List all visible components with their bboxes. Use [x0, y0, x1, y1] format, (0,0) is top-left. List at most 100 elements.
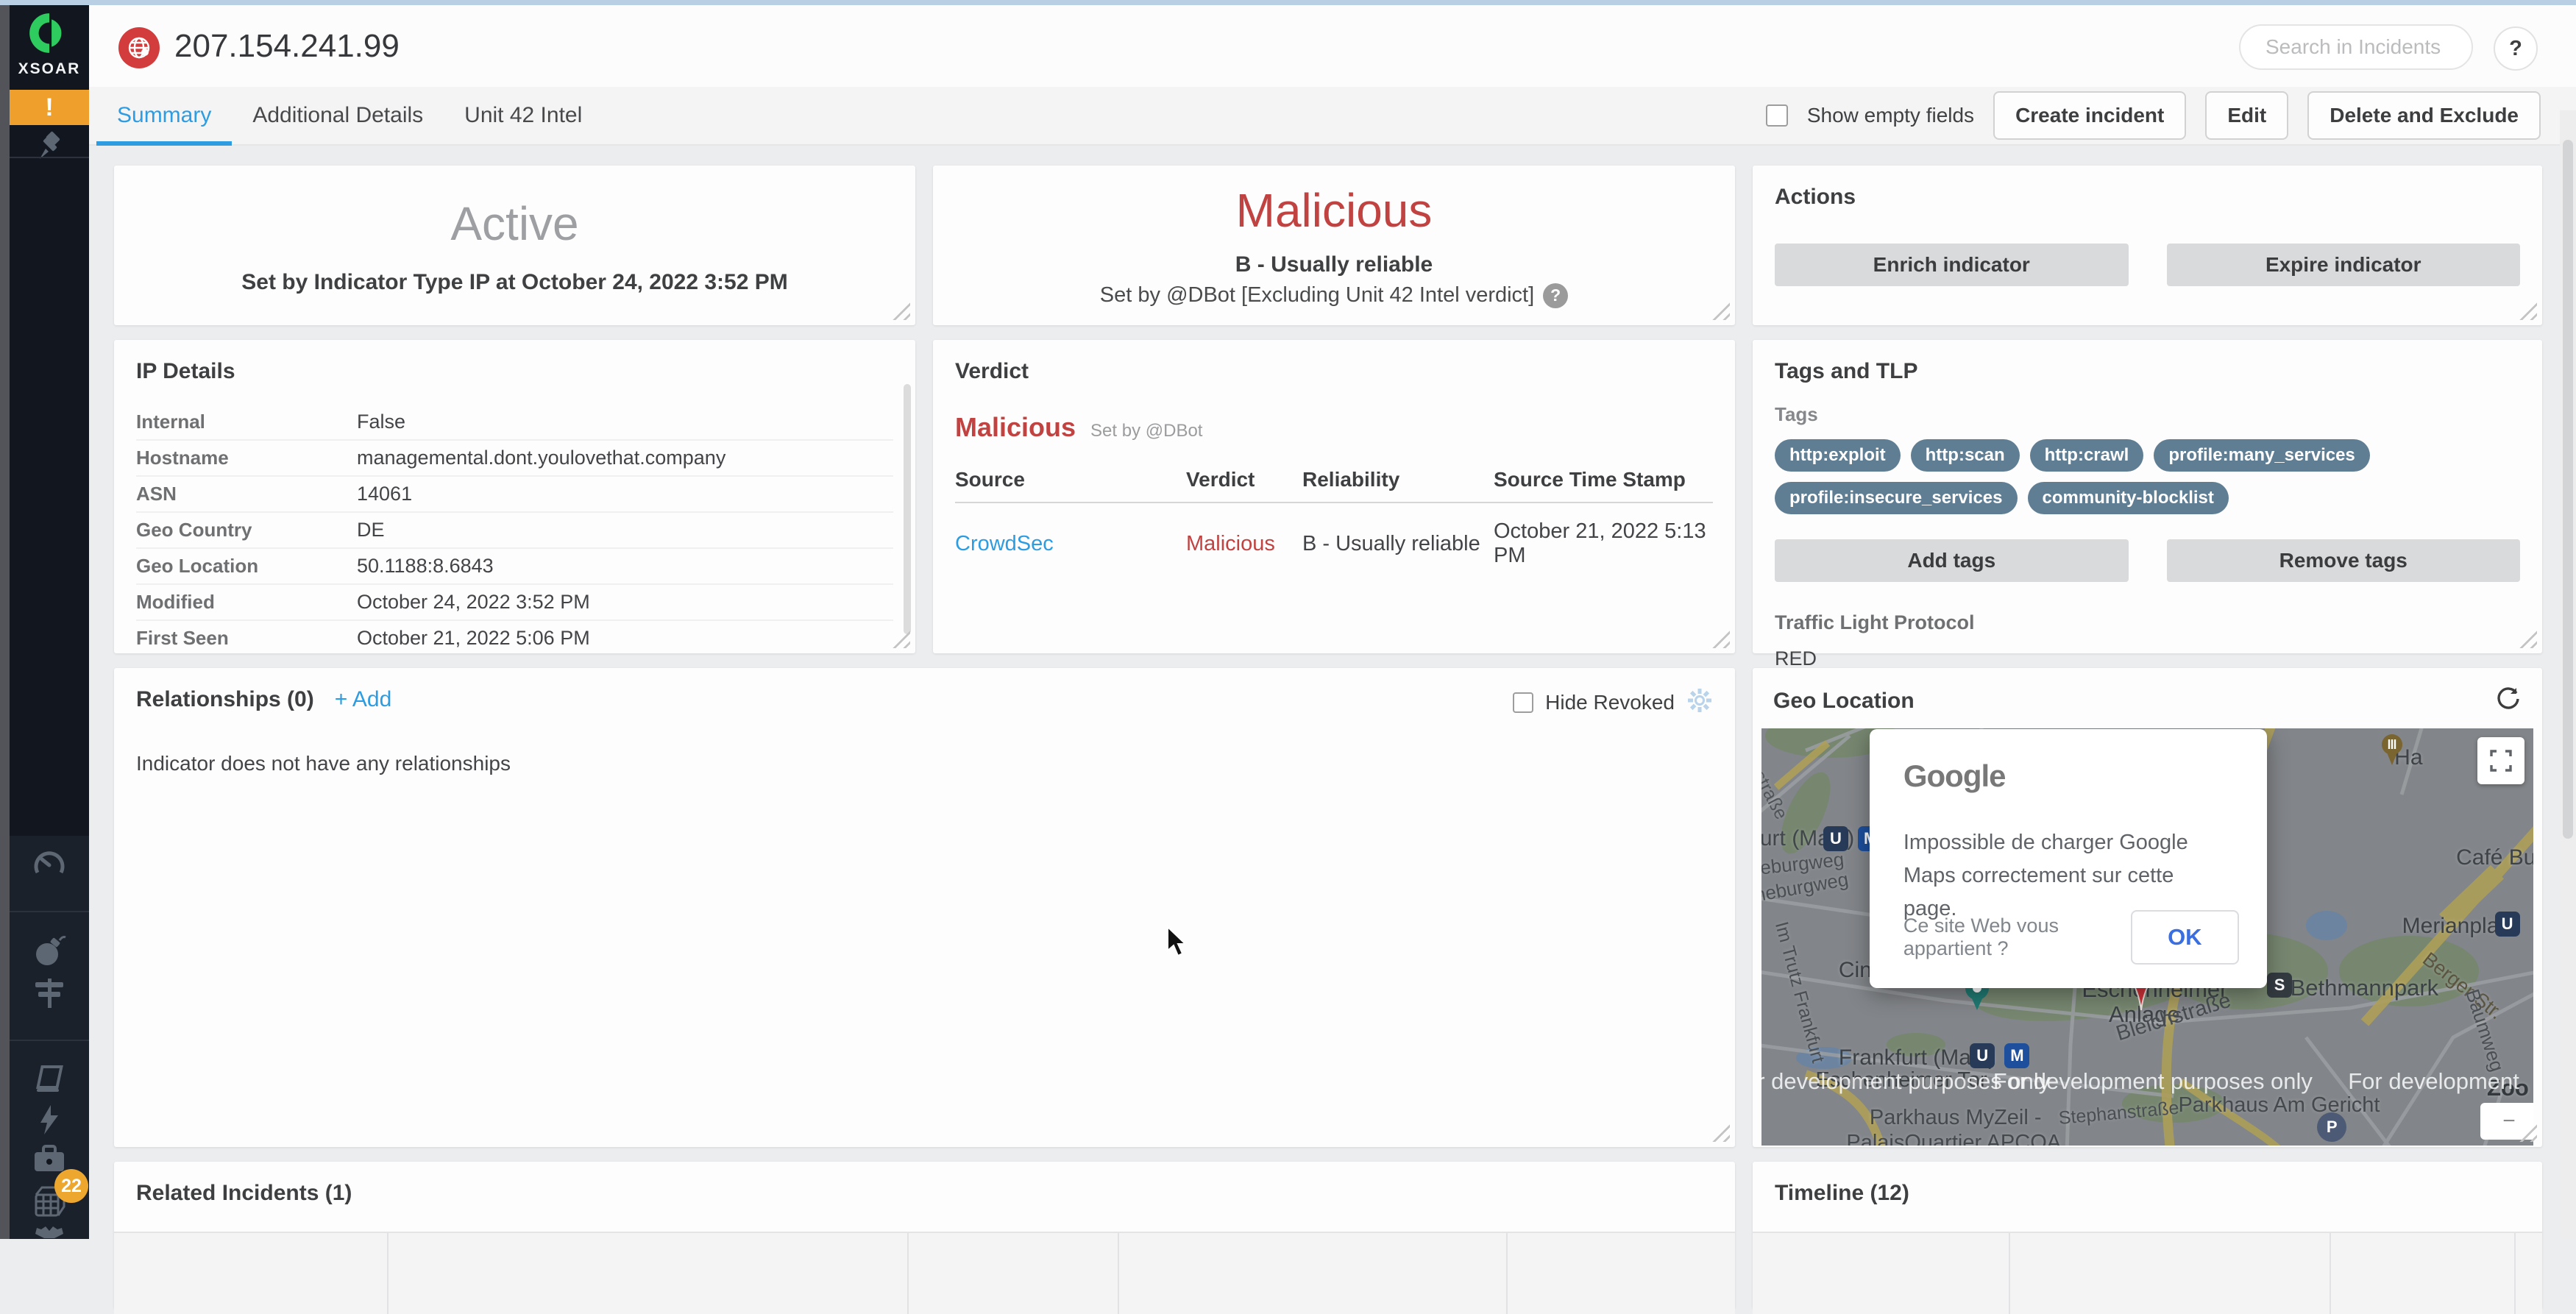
sidebar-divider: [10, 1040, 89, 1041]
remove-tags-button[interactable]: Remove tags: [2167, 539, 2521, 582]
ip-details-table: InternalFalse Hostnamemanagemental.dont.y…: [136, 405, 893, 656]
add-relationship-link[interactable]: + Add: [335, 687, 392, 712]
page-scrollbar[interactable]: [2560, 110, 2576, 1239]
tab-summary[interactable]: Summary: [96, 87, 232, 144]
verdict-banner-setby: Set by @DBot [Excluding Unit 42 Intel ve…: [1100, 283, 1534, 308]
sidebar-divider: [10, 157, 89, 158]
tlp-label: Traffic Light Protocol: [1775, 611, 2520, 634]
search-input[interactable]: [2239, 24, 2473, 70]
verdict-source-link[interactable]: CrowdSec: [955, 532, 1186, 556]
hide-revoked-checkbox[interactable]: [1513, 692, 1533, 713]
tags-list: http:exploit http:scan http:crawl profile:m…: [1775, 439, 2460, 514]
delete-and-exclude-button[interactable]: Delete and Exclude: [2307, 91, 2541, 140]
gear-icon[interactable]: [1686, 687, 1713, 717]
verdict-banner-card: Malicious B - Usually reliable Set by @D…: [933, 166, 1735, 325]
google-logo: Google: [1903, 759, 2233, 794]
xsoar-logo[interactable]: XSOAR: [10, 10, 89, 78]
ip-detail-value: October 21, 2022 5:06 PM: [357, 627, 590, 650]
status-value: Active: [450, 196, 578, 251]
map-label: Parkhaus MyZeil -: [1870, 1106, 2042, 1130]
refresh-icon[interactable]: [2495, 686, 2522, 716]
alert-banner[interactable]: !: [10, 90, 89, 125]
tab-additional-details[interactable]: Additional Details: [232, 87, 444, 144]
ip-detail-row: First SeenOctober 21, 2022 5:06 PM: [136, 621, 893, 656]
map-label: Bethmannpark: [2291, 975, 2439, 1001]
map-watermark: For development purposes only: [1993, 1068, 2313, 1095]
tab-unit42-intel[interactable]: Unit 42 Intel: [444, 87, 603, 144]
tag-pill[interactable]: community-blocklist: [2028, 482, 2229, 514]
ok-button[interactable]: OK: [2131, 910, 2240, 965]
ip-detail-value: October 24, 2022 3:52 PM: [357, 591, 590, 614]
ip-detail-row: Hostnamemanagemental.dont.youlovethat.co…: [136, 441, 893, 477]
tag-pill[interactable]: http:crawl: [2030, 439, 2144, 472]
resize-handle[interactable]: [1712, 302, 1730, 320]
tag-pill[interactable]: profile:many_services: [2154, 439, 2369, 472]
tag-pill[interactable]: http:scan: [1911, 439, 2020, 472]
restaurant-poi-icon: [2379, 733, 2405, 769]
map-zoom-control[interactable]: −: [2480, 1103, 2533, 1140]
transit-badge-u: U: [1970, 1043, 1995, 1068]
create-incident-button[interactable]: Create incident: [1993, 91, 2186, 140]
resize-handle[interactable]: [2519, 302, 2537, 320]
map-watermark: For development: [2348, 1068, 2519, 1095]
fullscreen-icon[interactable]: [2477, 737, 2524, 784]
ip-detail-label: Modified: [136, 591, 357, 614]
transit-badge-u: U: [2495, 912, 2520, 937]
settings-icon[interactable]: [10, 1223, 89, 1252]
transit-badge-m: M: [2004, 1043, 2029, 1068]
map[interactable]: straßeHafurt (Main)neburgwegIneburgwegIm…: [1761, 728, 2533, 1146]
tag-pill[interactable]: profile:insecure_services: [1775, 482, 2018, 514]
exclamation-icon: !: [45, 93, 53, 122]
add-tags-button[interactable]: Add tags: [1775, 539, 2129, 582]
help-circle-icon[interactable]: ?: [1543, 283, 1568, 308]
dialog-question: Ce site Web vous appartient ?: [1903, 915, 2131, 960]
related-incidents-table-header: [114, 1232, 1735, 1314]
help-button[interactable]: ?: [2494, 26, 2538, 71]
main-content: Active Set by Indicator Type IP at Octob…: [89, 144, 2560, 1239]
verdict-card: Verdict Malicious Set by @DBot SourceVer…: [933, 340, 1735, 653]
actions-title: Actions: [1775, 185, 2520, 210]
resize-handle[interactable]: [893, 631, 910, 648]
verdict-title: Verdict: [955, 359, 1713, 384]
sidebar-edge: [0, 0, 10, 1239]
tlp-value: RED: [1775, 647, 2520, 670]
tab-bar: Summary Additional Details Unit 42 Intel…: [89, 87, 2576, 146]
ip-detail-value: 14061: [357, 483, 412, 505]
incidents-icon[interactable]: [10, 933, 89, 968]
show-empty-fields-checkbox[interactable]: [1766, 104, 1788, 127]
map-label: Parkhaus Am Gericht: [2178, 1093, 2380, 1118]
automation-icon[interactable]: [10, 1104, 89, 1136]
ip-detail-value: False: [357, 411, 405, 433]
card-scrollbar[interactable]: [904, 384, 911, 634]
resize-handle[interactable]: [893, 302, 910, 320]
indicator-type-icon: [118, 27, 160, 68]
dashboard-icon[interactable]: [10, 848, 89, 883]
ip-details-card: IP Details InternalFalse Hostnamemanageme…: [114, 340, 915, 653]
verdict-column-header: Reliability: [1302, 468, 1494, 491]
map-label: Café Bu: [2456, 845, 2533, 870]
edit-button[interactable]: Edit: [2205, 91, 2288, 140]
relationships-empty-text: Indicator does not have any relationship…: [136, 752, 1713, 775]
ip-detail-value: DE: [357, 519, 385, 541]
verdict-setby: Set by @DBot: [1090, 421, 1202, 441]
transit-badge-u: U: [1823, 826, 1848, 851]
pin-icon[interactable]: [10, 129, 89, 163]
verdict-column-header: Source Time Stamp: [1494, 468, 1713, 491]
tag-pill[interactable]: http:exploit: [1775, 439, 1901, 472]
expire-indicator-button[interactable]: Expire indicator: [2167, 244, 2521, 286]
ip-detail-label: Geo Location: [136, 555, 357, 578]
related-incidents-title: Related Incidents (1): [136, 1181, 1713, 1206]
ip-detail-label: Internal: [136, 411, 357, 433]
ip-detail-row: Geo Location50.1188:8.6843: [136, 549, 893, 585]
enrich-indicator-button[interactable]: Enrich indicator: [1775, 244, 2129, 286]
tags-tlp-card: Tags and TLP Tags http:exploithttp:scanh…: [1753, 340, 2542, 653]
tags-tlp-title: Tags and TLP: [1775, 359, 2520, 384]
ip-detail-label: Geo Country: [136, 519, 357, 541]
resize-handle[interactable]: [1712, 1124, 1730, 1142]
indicators-icon[interactable]: [10, 976, 89, 1009]
resize-handle[interactable]: [2519, 631, 2537, 648]
playbooks-icon[interactable]: [10, 1061, 89, 1095]
resize-handle[interactable]: [1712, 631, 1730, 648]
ip-detail-label: Hostname: [136, 447, 357, 469]
ip-details-title: IP Details: [136, 359, 893, 384]
